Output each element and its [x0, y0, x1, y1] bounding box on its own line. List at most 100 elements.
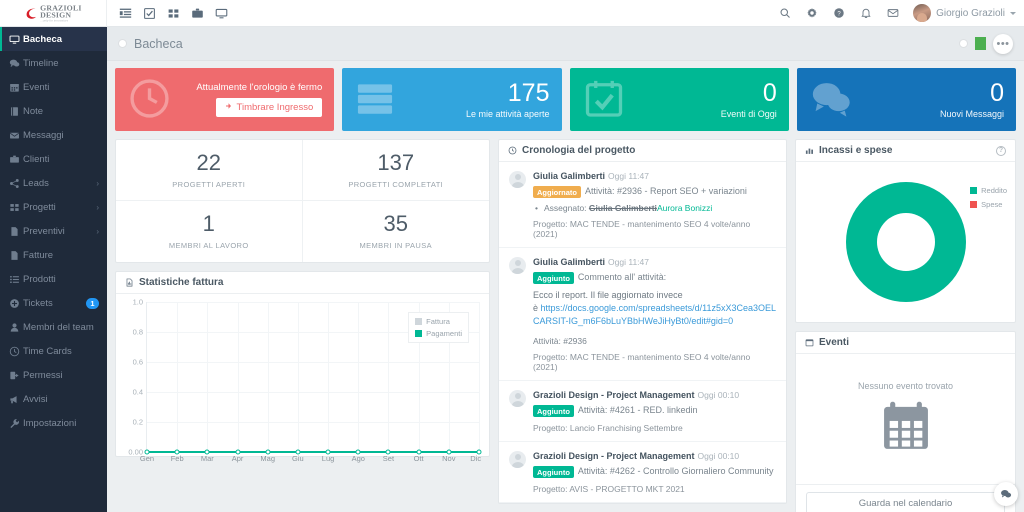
legend-item-reddito[interactable]: Reddito: [970, 186, 1007, 195]
middle-column: Cronologia del progetto Giulia Galimbert…: [498, 139, 787, 512]
help-icon[interactable]: ?: [996, 145, 1006, 156]
logo-text-line2: DESIGN: [40, 9, 72, 19]
page-circle-button[interactable]: [959, 39, 968, 48]
search-icon[interactable]: [772, 0, 797, 27]
y-tick-label: 1.0: [132, 297, 143, 307]
help-circle-icon[interactable]: ?: [826, 0, 851, 27]
list-indent-icon[interactable]: [113, 0, 137, 27]
sidebar-item-leads[interactable]: Leads ›: [0, 171, 107, 195]
sidebar-item-label: Tickets: [23, 297, 53, 309]
timeline-list[interactable]: Giulia Galimberti Oggi 11:47 Aggiornato A…: [499, 162, 786, 503]
sidebar-item-prodotti[interactable]: Prodotti: [0, 267, 107, 291]
sidebar: Bacheca Timeline Eventi Note Messaggi Cl…: [0, 27, 107, 512]
chevron-right-icon: ›: [96, 202, 99, 212]
stat-membri-in-pausa: 35 MEMBRI IN PAUSA: [303, 201, 490, 262]
sidebar-item-time-cards[interactable]: Time Cards: [0, 339, 107, 363]
timeline-author: Giulia Galimberti Oggi 11:47: [533, 257, 649, 267]
chevron-right-icon: ›: [96, 178, 99, 188]
legend-item-spese[interactable]: Spese: [970, 200, 1007, 209]
clock-card-body: Attualmente l'orologio è fermo Timbrare …: [196, 82, 323, 117]
sidebar-item-clienti[interactable]: Clienti: [0, 147, 107, 171]
timeline-entry-body: Giulia Galimberti Oggi 11:47 Aggiunto Com…: [533, 257, 776, 372]
file-icon: [9, 250, 23, 261]
x-tick-label: Gen: [139, 454, 155, 463]
status-badge: Aggiunto: [533, 405, 574, 418]
sidebar-item-avvisi[interactable]: Avvisi: [0, 387, 107, 411]
sidebar-item-label: Preventivi: [23, 225, 65, 237]
timeline-entry[interactable]: Giulia Galimberti Oggi 11:47 Aggiunto Com…: [499, 248, 786, 382]
sidebar-item-eventi[interactable]: Eventi: [0, 75, 107, 99]
legend-label: Reddito: [981, 186, 1007, 195]
timeline-header: Cronologia del progetto: [499, 140, 786, 162]
status-badge: Aggiunto: [533, 272, 574, 284]
donut-legend: Reddito Spese: [970, 186, 1007, 209]
x-tick-label: Ago: [351, 454, 365, 463]
eventi-label: Eventi di Oggi: [720, 108, 777, 119]
timeline-activity: Attività: #2936 - Report SEO + variazion…: [585, 186, 747, 196]
stat-card-eventi: 0 Eventi di Oggi: [569, 68, 789, 131]
chat-icon[interactable]: [994, 482, 1018, 506]
events-footer: Guarda nel calendario: [796, 484, 1015, 512]
left-column: 22 PROGETTI APERTI 137 PROGETTI COMPLETA…: [115, 139, 490, 512]
tasks-check-icon[interactable]: [137, 0, 161, 27]
sidebar-item-permessi[interactable]: Permessi: [0, 363, 107, 387]
bell-icon[interactable]: [853, 0, 878, 27]
timeline-project: Progetto: AVIS - PROGETTO MKT 2021: [533, 484, 685, 495]
sidebar-item-timeline[interactable]: Timeline: [0, 51, 107, 75]
sidebar-item-tickets[interactable]: Tickets 1: [0, 291, 107, 315]
x-tick-label: Nov: [442, 454, 456, 463]
x-tick-label: Giu: [292, 454, 304, 463]
page-more-button[interactable]: •••: [993, 33, 1013, 54]
stat-value: 1: [202, 211, 215, 236]
main-area: Bacheca ••• Attualmente l'orologio è fer…: [107, 27, 1024, 512]
timeline-activity-row: Aggiunto Attività: #4262 - Controllo Gio…: [533, 466, 776, 479]
comment-link[interactable]: https://docs.google.com/spreadsheets/d/1…: [533, 303, 776, 326]
timeline-activity: Attività: #4261 - RED. linkedin: [577, 405, 698, 416]
stat-label: MEMBRI AL LAVORO: [168, 241, 249, 250]
brand-logo[interactable]: GRAZIOLI DESIGN ...only for innovators: [0, 0, 107, 27]
sidebar-item-bacheca[interactable]: Bacheca: [0, 27, 107, 51]
monitor-icon[interactable]: [209, 0, 233, 27]
invoice-stats-card: Statistiche fattura 1.0 0.8 0.6 0.4 0.2 …: [115, 271, 490, 463]
attivita-value: 175: [507, 78, 550, 107]
sidebar-item-membri-del-team[interactable]: Membri del team: [0, 315, 107, 339]
timeline-card: Cronologia del progetto Giulia Galimbert…: [498, 139, 787, 504]
sidebar-item-label: Prodotti: [23, 273, 56, 285]
sidebar-item-progetti[interactable]: Progetti ›: [0, 195, 107, 219]
grid-icon[interactable]: [161, 0, 185, 27]
stat-label: MEMBRI IN PAUSA: [359, 241, 433, 250]
envelope-icon: [9, 130, 23, 141]
page-green-button[interactable]: [975, 37, 986, 50]
comments-icon: [9, 58, 23, 69]
y-tick-label: 0.8: [132, 327, 143, 337]
stat-value: 35: [383, 211, 408, 236]
calendar-icon: [805, 338, 814, 347]
stat-value: 137: [377, 149, 415, 175]
invoice-stats-title: Statistiche fattura: [139, 277, 224, 288]
status-badge: Aggiunto: [533, 466, 574, 479]
briefcase-icon[interactable]: [185, 0, 209, 27]
timeline-project: Progetto: MAC TENDE - mantenimento SEO 4…: [533, 219, 751, 239]
timeline-entry[interactable]: Grazioli Design - Project Management Oggi…: [499, 442, 786, 503]
sidebar-item-preventivi[interactable]: Preventivi ›: [0, 219, 107, 243]
sidebar-item-note[interactable]: Note: [0, 99, 107, 123]
gear-icon[interactable]: [799, 0, 824, 27]
timeline-entry[interactable]: Grazioli Design - Project Management Oggi…: [499, 381, 786, 443]
messaggi-value: 0: [990, 78, 1004, 107]
timeline-entry[interactable]: Giulia Galimberti Oggi 11:47 Aggiornato A…: [499, 162, 786, 248]
legend-item-pagamenti[interactable]: Pagamenti: [415, 329, 462, 338]
sidebar-item-label: Avvisi: [23, 393, 48, 405]
sidebar-item-messaggi[interactable]: Messaggi: [0, 123, 107, 147]
timeline-entry-body: Grazioli Design - Project Management Oggi…: [533, 451, 776, 494]
legend-item-fattura[interactable]: Fattura: [415, 317, 462, 326]
timeline-project: Progetto: MAC TENDE - mantenimento SEO 4…: [533, 352, 751, 373]
timbrare-ingresso-button[interactable]: Timbrare Ingresso: [215, 98, 323, 117]
clock-status-text: Attualmente l'orologio è fermo: [196, 82, 323, 93]
user-menu[interactable]: Giorgio Grazioli: [907, 4, 1016, 22]
invoice-chart-plot: 1.0 0.8 0.6 0.4 0.2 0.00 Gen Feb Mar Apr…: [128, 298, 482, 463]
envelope-icon[interactable]: [880, 0, 905, 27]
sidebar-item-fatture[interactable]: Fatture: [0, 243, 107, 267]
guarda-nel-calendario-button[interactable]: Guarda nel calendario: [806, 492, 1005, 512]
legend-swatch: [970, 201, 978, 208]
sidebar-item-impostazioni[interactable]: Impostazioni: [0, 411, 107, 435]
